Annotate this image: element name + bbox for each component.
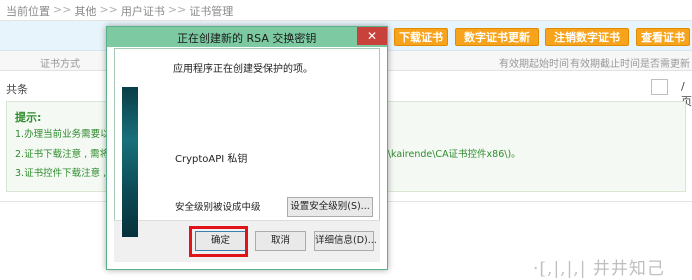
close-icon[interactable]: ✕ <box>357 27 387 45</box>
update-cert-button[interactable]: 数字证书更新 <box>455 28 539 46</box>
download-cert-button[interactable]: 下载证书 <box>394 28 448 46</box>
dialog-titlebar[interactable]: 正在创建新的 RSA 交换密钥 ✕ <box>107 27 387 47</box>
tips-title: 提示: <box>15 111 42 124</box>
ok-button-highlight <box>189 226 248 257</box>
record-count: 共条 <box>6 83 28 96</box>
breadcrumb-cert-management: 证书管理 <box>189 5 234 18</box>
breadcrumb: 当前位置 >> 其他 >> 用户证书 >> 证书管理 <box>6 3 233 19</box>
column-cert-type: 证书方式 <box>40 59 80 70</box>
security-level-text: 安全级别被设成中级 <box>175 202 261 213</box>
breadcrumb-other[interactable]: 其他 <box>74 3 96 19</box>
breadcrumb-separator: >> <box>167 3 187 16</box>
watermark: ·[,|,|,| 井井知己 <box>533 259 665 279</box>
dialog-title: 正在创建新的 RSA 交换密钥 <box>177 32 317 45</box>
breadcrumb-separator: >> <box>99 3 118 16</box>
tip-item-path: 86)\kairende\CA证书控件x86\)。 <box>372 149 521 160</box>
dialog-message: 应用程序正在创建受保护的项。 <box>173 64 313 75</box>
page-input[interactable] <box>651 79 668 95</box>
details-button[interactable]: 详细信息(D)... <box>314 231 377 251</box>
cancel-button[interactable]: 取消 <box>255 231 306 251</box>
column-valid-from: 有效期起始时间 <box>499 59 569 70</box>
tip-item: 2.证书下载注意 , 需将下 <box>15 149 119 160</box>
column-valid-to: 有效期截止时间 <box>570 59 640 70</box>
breadcrumb-user-cert[interactable]: 用户证书 <box>121 3 165 19</box>
key-graphic <box>122 87 138 237</box>
key-name: CryptoAPI 私钥 <box>175 154 248 165</box>
set-security-level-button[interactable]: 设置安全级别(S)... <box>287 197 373 217</box>
column-needs-update: 是否需更新 <box>640 59 690 70</box>
breadcrumb-separator: >> <box>53 3 72 16</box>
breadcrumb-current-location: 当前位置 <box>6 5 50 18</box>
revoke-cert-button[interactable]: 注销数字证书 <box>545 28 629 46</box>
view-cert-button[interactable]: 查看证书 <box>636 28 690 46</box>
